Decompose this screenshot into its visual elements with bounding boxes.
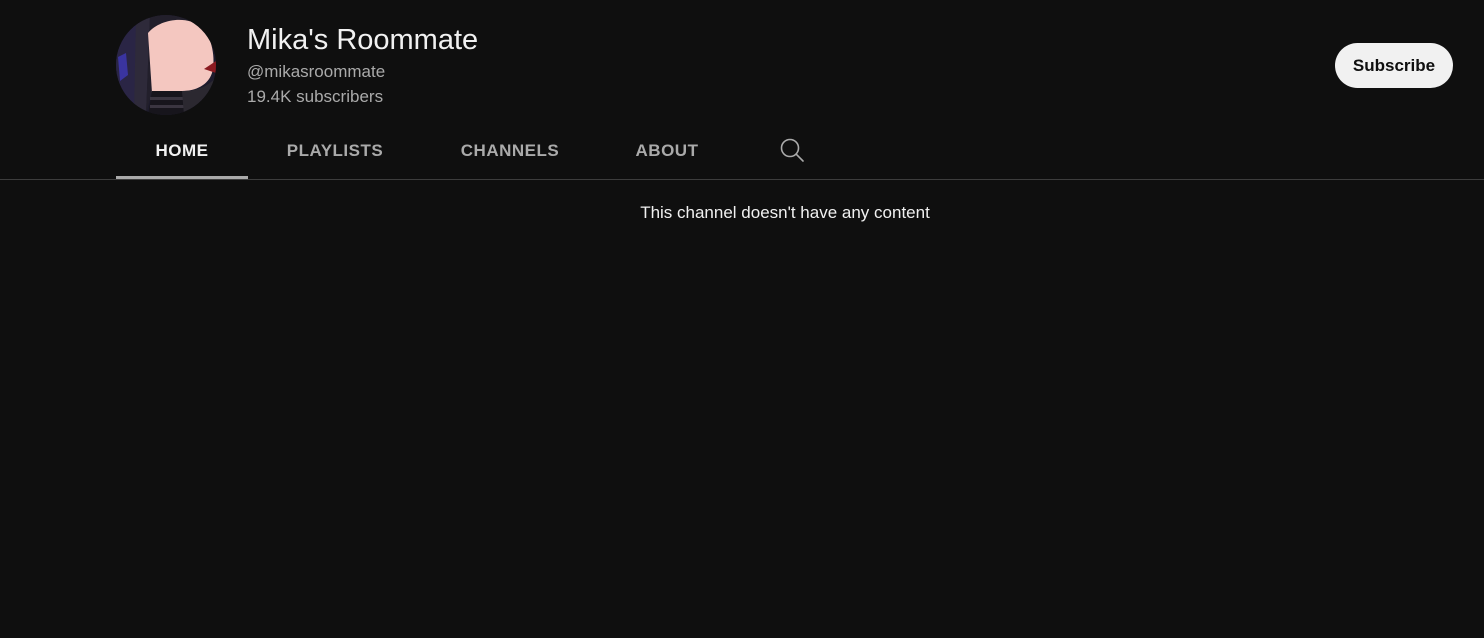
channel-title: Mika's Roommate — [247, 24, 479, 56]
subscriber-count: 19.4K subscribers — [247, 87, 384, 106]
tab-search[interactable] — [774, 133, 810, 169]
channel-tabs: HOME PLAYLISTS CHANNELS ABOUT — [0, 122, 1484, 180]
tab-home[interactable]: HOME — [116, 122, 248, 179]
active-tab-indicator — [116, 176, 248, 179]
channel-handle: @mikasroommate — [247, 62, 386, 81]
channel-avatar[interactable] — [116, 15, 216, 115]
tab-channels[interactable]: CHANNELS — [422, 122, 598, 179]
channel-meta: Mika's Roommate @mikasroommate 19.4K sub… — [247, 22, 478, 108]
channel-header: Mika's Roommate @mikasroommate 19.4K sub… — [0, 0, 1484, 128]
subscribe-button[interactable]: Subscribe — [1335, 43, 1453, 88]
channel-page: Mika's Roommate @mikasroommate 19.4K sub… — [0, 0, 1484, 638]
avatar-image — [116, 15, 216, 115]
search-icon — [780, 138, 804, 162]
tab-playlists[interactable]: PLAYLISTS — [248, 122, 422, 179]
empty-content-message: This channel doesn't have any content — [640, 203, 930, 222]
tab-about[interactable]: ABOUT — [598, 122, 736, 179]
